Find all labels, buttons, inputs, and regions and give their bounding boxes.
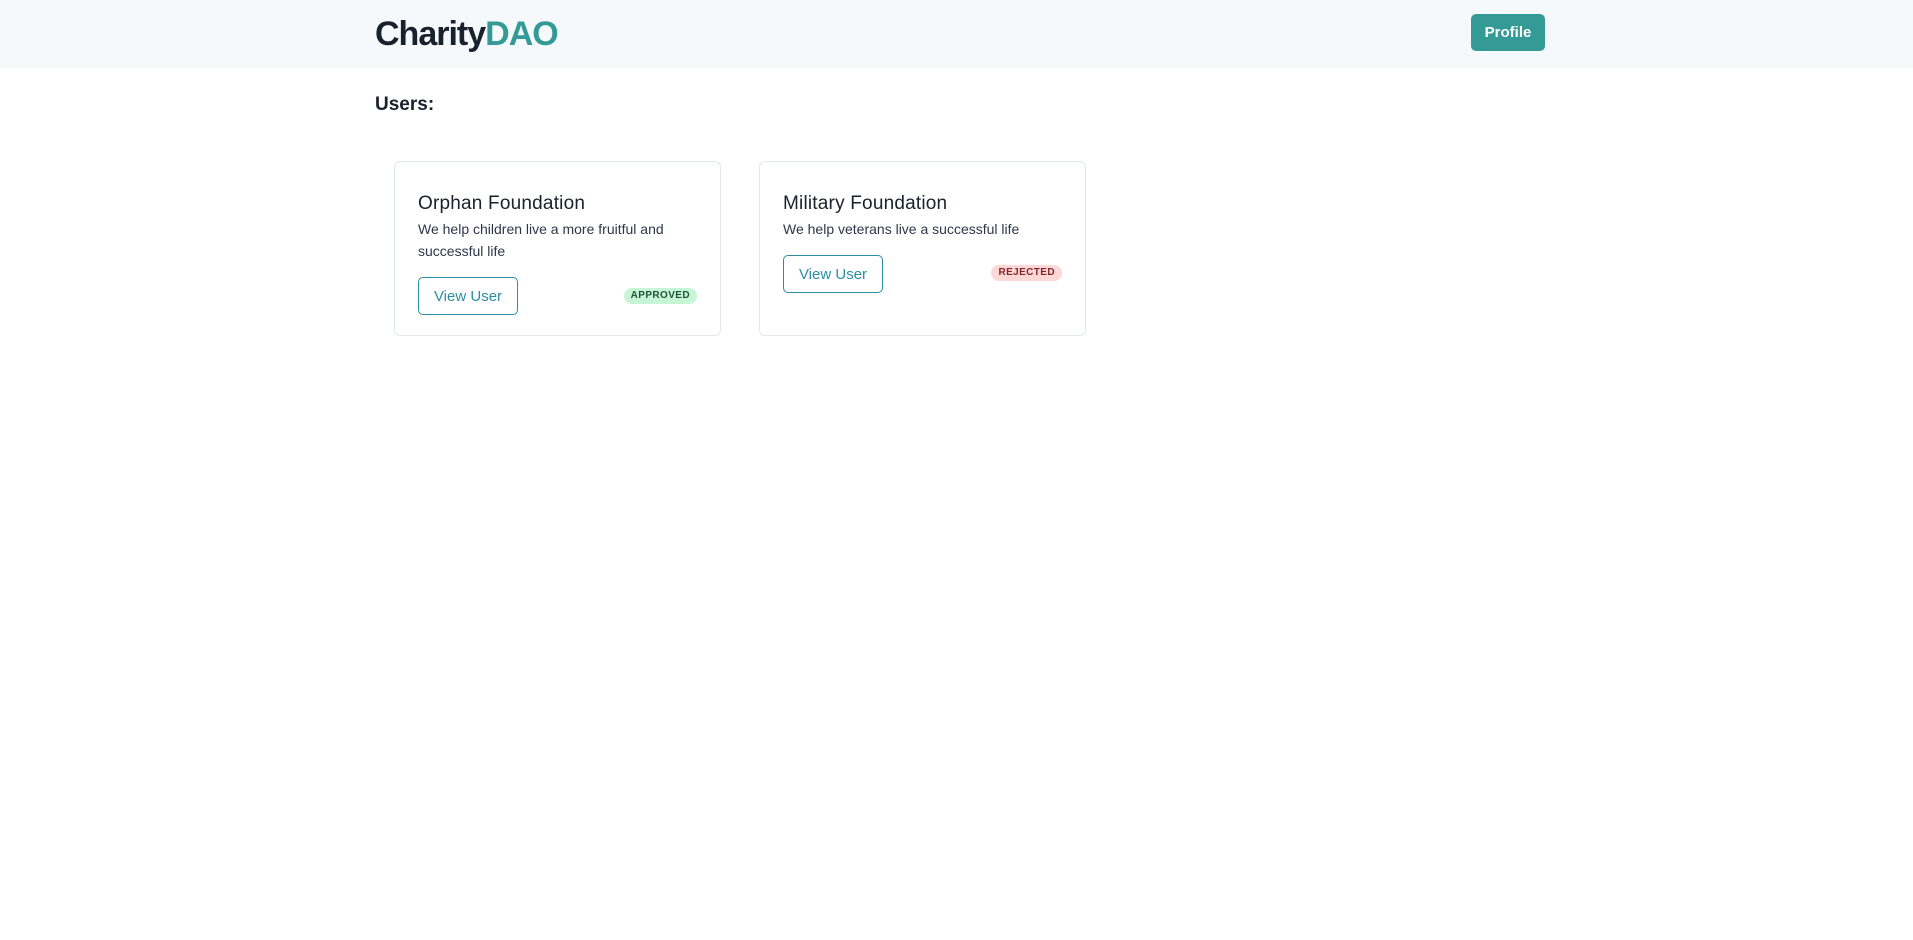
users-section-title: Users: bbox=[375, 94, 435, 115]
charitydao-logo[interactable]: CharityDAO bbox=[375, 14, 559, 54]
card-title: Military Foundation bbox=[783, 193, 948, 214]
card-title: Orphan Foundation bbox=[418, 193, 586, 214]
logo-text-dao: DAO bbox=[485, 15, 559, 53]
profile-button[interactable]: Profile bbox=[1471, 14, 1545, 51]
card-description: We help veterans live a successful life bbox=[783, 221, 1020, 237]
logo-text-charity: Charity bbox=[375, 15, 486, 53]
view-user-button[interactable]: View User bbox=[418, 277, 518, 315]
user-card-military-foundation: Military Foundation We help veterans liv… bbox=[759, 161, 1086, 336]
top-nav-bar: CharityDAO Profile bbox=[0, 0, 1913, 68]
view-user-button[interactable]: View User bbox=[783, 255, 883, 293]
status-badge-rejected: REJECTED bbox=[991, 265, 1062, 281]
card-description: We help children live a more fruitful an… bbox=[418, 221, 664, 259]
status-badge-approved: APPROVED bbox=[623, 288, 697, 304]
user-card-orphan-foundation: Orphan Foundation We help children live … bbox=[394, 161, 721, 336]
